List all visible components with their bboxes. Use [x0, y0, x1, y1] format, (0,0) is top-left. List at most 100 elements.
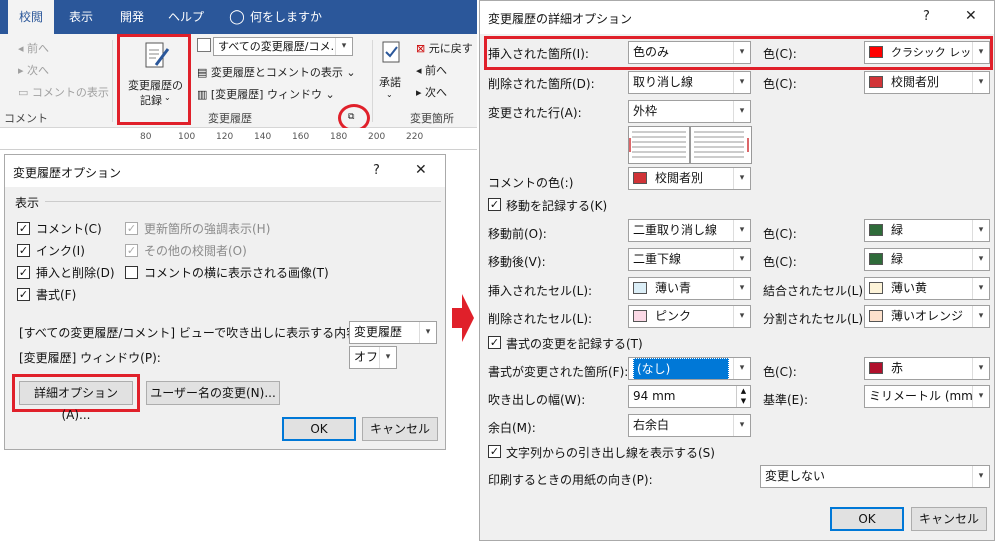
track-changes-button[interactable]: 変更履歴の 記録 ⌄	[117, 34, 191, 125]
spin-down-icon[interactable]: ▼	[736, 396, 750, 407]
formatting-color-dropdown[interactable]: 赤 ▾	[864, 357, 990, 380]
balloon-width-spinner[interactable]: 94 mm ▲ ▼	[628, 385, 751, 408]
show-lines-checkbox[interactable]: ✓	[488, 445, 501, 458]
tab-review[interactable]: 校閲	[8, 0, 54, 34]
highlight-updates-checkbox[interactable]: ✓	[125, 222, 138, 235]
spin-up-icon[interactable]: ▲	[736, 386, 750, 396]
chevron-down-icon: ▾	[733, 168, 750, 189]
cancel-button[interactable]: キャンセル	[911, 507, 987, 531]
inserted-cells-dropdown[interactable]: 薄い青 ▾	[628, 277, 751, 300]
balloon-width-label: 吹き出しの幅(W):	[488, 393, 586, 407]
measure-dropdown[interactable]: ミリメートル (mm) ▾	[864, 385, 990, 408]
insertions-dropdown[interactable]: 色のみ ▾	[628, 41, 751, 64]
show-markup-icon: ▤	[197, 66, 211, 79]
divider	[45, 201, 441, 202]
formatting-checkbox[interactable]: ✓	[17, 288, 30, 301]
reviewing-pane-dropdown[interactable]: オフ ▾	[349, 346, 397, 369]
deleted-cells-dropdown[interactable]: ピンク ▾	[628, 305, 751, 328]
arrow-right-icon: ▸	[18, 64, 28, 77]
chevron-down-icon: ⌄	[164, 93, 171, 102]
markup-icon	[197, 38, 211, 52]
track-formatting-checkbox[interactable]: ✓	[488, 336, 501, 349]
ok-button[interactable]: OK	[830, 507, 904, 531]
comment-group-label: コメント	[4, 112, 48, 125]
advanced-options-button[interactable]: 詳細オプション(A)...	[19, 381, 133, 422]
formatting-dropdown[interactable]: (なし) ▾	[628, 357, 751, 380]
balloons-dropdown[interactable]: 変更履歴 ▾	[349, 321, 437, 344]
section-label-display: 表示	[15, 196, 40, 210]
insertions-deletions-checkbox[interactable]: ✓	[17, 266, 30, 279]
orientation-dropdown[interactable]: 変更しない ▾	[760, 465, 990, 488]
ok-button[interactable]: OK	[282, 417, 356, 441]
ribbon-tab-bar: 校閲 表示 開発 ヘルプ ◯ 何をしますか	[0, 0, 477, 34]
accept-button[interactable]: 承諾	[379, 74, 401, 90]
reviewing-pane-label: [変更履歴] ウィンドウ(P):	[19, 351, 161, 365]
next-change-button[interactable]: ▸ 次へ	[416, 84, 447, 100]
track-moves-label: 移動を記録する(K)	[506, 199, 608, 213]
deletions-color-label: 色(C):	[763, 77, 797, 91]
moved-from-dropdown[interactable]: 二重取り消し線 ▾	[628, 219, 751, 242]
chevron-down-icon: ▾	[972, 386, 989, 407]
change-username-button[interactable]: ユーザー名の変更(N)...	[146, 381, 280, 405]
close-icon[interactable]: ✕	[415, 162, 427, 178]
tell-me-search[interactable]: 何をしますか	[250, 0, 350, 34]
chevron-down-icon: ▾	[972, 466, 989, 487]
color-swatch	[869, 223, 883, 236]
next-icon: ▸	[416, 86, 426, 99]
help-button[interactable]: ?	[373, 163, 380, 178]
changed-lines-dropdown[interactable]: 外枠 ▾	[628, 100, 751, 123]
deletions-color-dropdown[interactable]: 校閲者別 ▾	[864, 71, 990, 94]
ink-checkbox[interactable]: ✓	[17, 244, 30, 257]
cancel-button[interactable]: キャンセル	[362, 417, 438, 441]
tab-help[interactable]: ヘルプ	[158, 0, 214, 34]
margin-label: 余白(M):	[488, 421, 536, 435]
moved-from-color-dropdown[interactable]: 緑 ▾	[864, 219, 990, 242]
color-swatch	[869, 309, 883, 322]
comments-color-dropdown[interactable]: 校閲者別 ▾	[628, 167, 751, 190]
chevron-down-icon: ▾	[972, 306, 989, 327]
reviewing-pane-button[interactable]: ▥ [変更履歴] ウィンドウ ⌄	[197, 86, 335, 102]
comments-checkbox[interactable]: ✓	[17, 222, 30, 235]
chevron-down-icon: ▾	[733, 72, 750, 93]
moved-to-label: 移動後(V):	[488, 255, 546, 269]
show-markup-button[interactable]: ▤ 変更履歴とコメントの表示 ⌄	[197, 64, 356, 80]
deletions-dropdown[interactable]: 取り消し線 ▾	[628, 71, 751, 94]
close-icon[interactable]: ✕	[965, 8, 977, 24]
chevron-down-icon: ▾	[972, 249, 989, 270]
next-comment-button[interactable]: ▸ 次へ	[18, 62, 49, 78]
orientation-label: 印刷するときの用紙の向き(P):	[488, 473, 653, 487]
track-moves-checkbox[interactable]: ✓	[488, 198, 501, 211]
help-button[interactable]: ?	[923, 9, 930, 24]
split-cells-dropdown[interactable]: 薄いオレンジ ▾	[864, 305, 990, 328]
previous-change-button[interactable]: ◂ 前へ	[416, 62, 447, 78]
prev-comment-button[interactable]: ◂ 前へ	[18, 40, 49, 56]
deleted-cells-label: 削除されたセル(L):	[488, 312, 593, 326]
insertions-deletions-label: 挿入と削除(D)	[36, 266, 115, 280]
markup-view-dropdown[interactable]: すべての変更履歴/コメ… ▾	[213, 37, 353, 56]
dialog-launcher-icon[interactable]: ⧉	[348, 112, 354, 122]
moved-to-color-dropdown[interactable]: 緑 ▾	[864, 248, 990, 271]
changed-lines-label: 変更された行(A):	[488, 106, 582, 120]
previous-icon: ◂	[416, 64, 426, 77]
color-swatch	[869, 361, 883, 374]
highlight-updates-label: 更新箇所の強調表示(H)	[144, 222, 271, 236]
chevron-down-icon: ▾	[335, 38, 352, 55]
merged-cells-dropdown[interactable]: 薄い黄 ▾	[864, 277, 990, 300]
insertions-color-dropdown[interactable]: クラシック レッド ▾	[864, 41, 990, 64]
track-changes-options-dialog: 変更履歴オプション ? ✕ 表示 ✓ コメント(C) ✓ インク(I) ✓ 挿入…	[4, 154, 446, 450]
tab-view[interactable]: 表示	[56, 0, 106, 34]
chevron-down-icon: ▾	[733, 278, 750, 299]
other-authors-checkbox[interactable]: ✓	[125, 244, 138, 257]
show-comments-button[interactable]: ▭ コメントの表示	[18, 84, 109, 100]
color-swatch	[633, 171, 647, 184]
ruler-number: 160	[292, 132, 310, 142]
tab-developer[interactable]: 開発	[108, 0, 156, 34]
margin-dropdown[interactable]: 右余白 ▾	[628, 414, 751, 437]
formatting-label: 書式(F)	[36, 288, 77, 302]
color-swatch	[869, 281, 883, 294]
reject-button[interactable]: ⊠ 元に戻す	[416, 40, 473, 56]
moved-to-dropdown[interactable]: 二重下線 ▾	[628, 248, 751, 271]
chevron-down-icon: ▾	[972, 42, 989, 63]
color-swatch	[869, 75, 883, 88]
pictures-by-comments-checkbox[interactable]	[125, 266, 138, 279]
